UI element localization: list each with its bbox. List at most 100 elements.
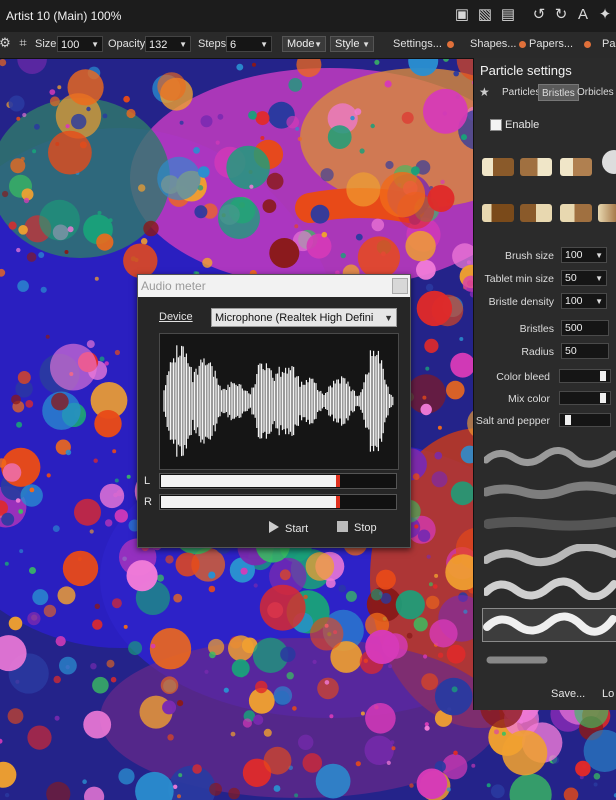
stroke-preset-4-icon[interactable]	[484, 544, 616, 568]
paint-blob	[325, 578, 336, 588]
device-select[interactable]: Microphone (Realtek High Defini ▼	[211, 308, 397, 327]
paint-blob	[94, 410, 122, 438]
grid-icon[interactable]: ⌗	[14, 34, 32, 52]
transform-tool-icon[interactable]: ✦	[596, 6, 614, 24]
paint-blob	[202, 257, 213, 268]
chevron-down-icon: ▼	[91, 40, 99, 49]
steps-field[interactable]: 6 ▼	[226, 36, 272, 52]
salt-and-pepper-slider[interactable]	[559, 413, 611, 427]
stroke-preset-7-icon[interactable]	[484, 648, 616, 672]
start-label: Start	[285, 523, 309, 535]
paint-blob	[294, 224, 299, 229]
peak-marker-l	[335, 475, 340, 487]
bristle-tip-3-icon[interactable]	[560, 158, 592, 176]
bristle-density-value: 100	[565, 295, 583, 307]
slider-knob[interactable]	[599, 371, 606, 381]
enable-checkbox[interactable]	[490, 119, 502, 131]
undo-icon[interactable]: ↺	[530, 6, 548, 24]
paint-blob	[236, 63, 244, 71]
paint-blob	[315, 763, 351, 799]
tab-bristles[interactable]: Bristles	[538, 84, 579, 101]
tablet-min-size-field[interactable]: 50 ▼	[561, 270, 607, 286]
paint-blob	[217, 113, 224, 120]
radius-field[interactable]: 50	[561, 343, 609, 359]
size-label: Size	[35, 38, 57, 50]
brush-settings-icon[interactable]: ⚙	[0, 34, 14, 52]
color-bleed-slider[interactable]	[559, 369, 611, 383]
load-button[interactable]: Lo	[602, 688, 614, 700]
opacity-field[interactable]: 132 ▼	[145, 36, 191, 52]
opacity-value: 132	[149, 39, 168, 51]
color-bleed-label: Color bleed	[496, 371, 550, 383]
slider-knob[interactable]	[599, 393, 606, 403]
paint-blob	[110, 676, 117, 683]
audio-meter-dialog: Audio meter Device Microphone (Realtek H…	[137, 274, 411, 548]
paint-blob	[52, 525, 60, 532]
paint-blob	[165, 555, 174, 564]
device-value: Microphone (Realtek High Defini	[215, 312, 374, 324]
shapes-button[interactable]: Shapes...	[470, 38, 516, 50]
stroke-preset-6-selected[interactable]	[482, 608, 616, 642]
stroke-preset-5-icon[interactable]	[484, 576, 616, 600]
paint-blob	[194, 205, 208, 219]
style-dropdown[interactable]: Style ▼	[330, 36, 374, 52]
paint-blob	[262, 199, 277, 214]
stroke-preset-3-icon[interactable]	[484, 510, 616, 534]
title-bar: Artist 10 (Main) 100% ▣ ▧ ▤ ↺ ↻ A ✦	[0, 0, 616, 32]
paint-blob	[10, 158, 26, 174]
brush-size-label: Brush size	[504, 250, 554, 262]
bristle-density-field[interactable]: 100 ▼	[561, 293, 607, 309]
text-tool-icon[interactable]: A	[574, 6, 592, 24]
bristles-field[interactable]: 500	[561, 320, 609, 336]
size-field[interactable]: 100 ▼	[57, 36, 103, 52]
paint-blob	[114, 349, 120, 356]
pa-button[interactable]: Pa	[602, 38, 615, 50]
papers-button[interactable]: Papers...	[529, 38, 573, 50]
paint-blob	[32, 589, 49, 606]
paint-blob	[49, 89, 56, 95]
pin-icon[interactable]: ★	[479, 85, 490, 99]
paint-blob	[385, 160, 394, 170]
paint-blob	[519, 719, 524, 724]
slider-knob[interactable]	[565, 415, 572, 425]
paint-blob	[286, 115, 300, 129]
paste-tool-icon[interactable]: ▤	[499, 6, 517, 24]
bristle-tip-round-icon[interactable]	[602, 150, 616, 174]
steps-value: 6	[230, 39, 237, 51]
bristle-tip-1-icon[interactable]	[482, 158, 514, 176]
close-icon[interactable]	[392, 278, 408, 294]
brush-size-value: 100	[565, 249, 583, 261]
redo-icon[interactable]: ↻	[552, 6, 570, 24]
save-button[interactable]: Save...	[551, 688, 585, 700]
tablet-min-size-value: 50	[565, 272, 577, 284]
settings-button[interactable]: Settings...	[393, 38, 442, 50]
mix-color-slider[interactable]	[559, 391, 611, 405]
bristle-tip-6-icon[interactable]	[560, 204, 592, 222]
mix-color-label: Mix color	[507, 393, 550, 405]
bristle-tip-4-icon[interactable]	[482, 204, 514, 222]
paint-blob	[54, 715, 60, 721]
paint-blob	[453, 750, 458, 756]
stroke-preset-1-icon[interactable]	[484, 444, 616, 468]
bristle-tip-7-icon[interactable]	[598, 204, 616, 222]
mode-dropdown[interactable]: Mode ▼	[282, 36, 326, 52]
tab-particles[interactable]: Particles	[499, 84, 543, 101]
paint-blob	[379, 172, 426, 218]
tab-orbicles[interactable]: Orbicles	[574, 84, 616, 101]
paint-blob	[252, 62, 256, 67]
enable-label: Enable	[505, 119, 540, 131]
clone-tool-icon[interactable]: ▧	[476, 6, 494, 24]
stop-button[interactable]: Stop	[337, 521, 377, 534]
start-button[interactable]: Start	[269, 521, 308, 535]
paint-blob	[471, 763, 476, 768]
chevron-down-icon: ▼	[260, 40, 268, 49]
paint-blob	[4, 792, 10, 798]
paint-blob	[340, 252, 346, 259]
paint-blob	[306, 233, 332, 259]
brush-size-field[interactable]: 100 ▼	[561, 247, 607, 263]
bristle-tip-2-icon[interactable]	[520, 158, 552, 176]
stroke-preset-2-icon[interactable]	[484, 478, 616, 502]
bristle-tip-5-icon[interactable]	[520, 204, 552, 222]
paint-blob	[59, 656, 77, 675]
stamp-tool-icon[interactable]: ▣	[453, 6, 471, 24]
